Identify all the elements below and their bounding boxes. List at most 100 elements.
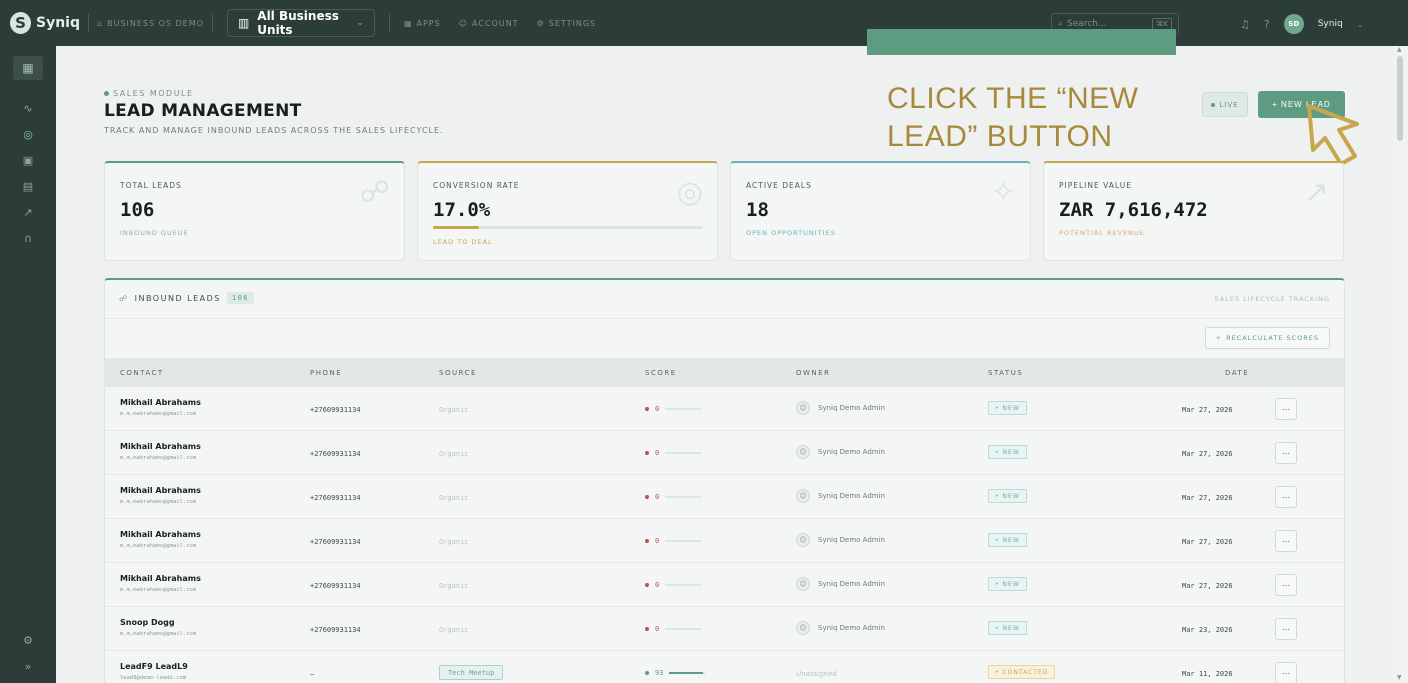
column-header[interactable]: PHONE xyxy=(310,369,342,377)
contact-name[interactable]: Mikhail Abrahams xyxy=(120,442,201,451)
nav-account[interactable]: ☺ ACCOUNT xyxy=(459,19,519,28)
table-row[interactable]: Mikhail Abrahams m.m.mabrahams@gmail.com… xyxy=(105,563,1344,607)
owner-cell[interactable]: ☺ Syniq Demo Admin xyxy=(796,621,885,635)
leads-panel: ☍ INBOUND LEADS 106 SALES LIFECYCLE TRAC… xyxy=(104,278,1345,683)
score-bar xyxy=(665,496,702,498)
source-cell: Organic xyxy=(439,538,469,546)
headset-icon[interactable]: ∩ xyxy=(0,226,56,250)
status-badge[interactable]: • NEW xyxy=(988,445,1027,459)
score-cell: 0 xyxy=(645,405,702,413)
owner-cell[interactable]: ☺ Syniq Demo Admin xyxy=(796,577,885,591)
table-row[interactable]: Mikhail Abrahams m.m.mabrahams@gmail.com… xyxy=(105,431,1344,475)
column-header[interactable]: SCORE xyxy=(645,369,677,377)
calendar-icon[interactable]: ▤ xyxy=(0,174,56,198)
live-label: LIVE xyxy=(1219,100,1239,109)
phone-cell: +27609931134 xyxy=(310,450,361,458)
user-name[interactable]: Syniq xyxy=(1318,19,1343,29)
trending-icon[interactable]: ↗ xyxy=(0,200,56,224)
stat-card-pipeline-value: PIPELINE VALUE ZAR 7,616,472 POTENTIAL R… xyxy=(1043,161,1344,261)
column-header[interactable]: CONTACT xyxy=(120,369,164,377)
owner-cell[interactable]: ☺ Syniq Demo Admin xyxy=(796,489,885,503)
scroll-thumb[interactable] xyxy=(1397,56,1403,141)
more-actions-button[interactable]: ⋯ xyxy=(1275,530,1297,552)
user-icon: ☺ xyxy=(796,577,810,591)
live-badge: LIVE xyxy=(1202,92,1248,117)
contact-name[interactable]: LeadF9 LeadL9 xyxy=(120,662,188,671)
contact-name[interactable]: Mikhail Abrahams xyxy=(120,530,201,539)
conversion-progress xyxy=(433,226,703,229)
target-icon: ◎ xyxy=(676,175,703,210)
status-badge[interactable]: • NEW xyxy=(988,621,1027,635)
breadcrumb[interactable]: ⌂ BUSINESS OS DEMO xyxy=(97,19,204,28)
settings-icon[interactable]: ⚙ xyxy=(0,628,56,652)
score-value: 0 xyxy=(655,625,660,633)
table-row[interactable]: Mikhail Abrahams m.m.mabrahams@gmail.com… xyxy=(105,475,1344,519)
target-icon[interactable]: ◎ xyxy=(0,122,56,146)
recalculate-scores-button[interactable]: ✧ RECALCULATE SCORES xyxy=(1204,327,1330,349)
date-cell: Mar 27, 2026 xyxy=(1182,494,1233,502)
bell-icon[interactable]: ♫ xyxy=(1240,18,1250,31)
more-actions-button[interactable]: ⋯ xyxy=(1275,618,1297,640)
score-cell: 0 xyxy=(645,581,702,589)
owner-name: Syniq Demo Admin xyxy=(818,448,885,456)
more-actions-button[interactable]: ⋯ xyxy=(1275,398,1297,420)
scroll-up-icon[interactable]: ▲ xyxy=(1397,46,1402,53)
owner-cell[interactable]: ☺ Syniq Demo Admin xyxy=(796,401,885,415)
table-row[interactable]: Mikhail Abrahams m.m.mabrahams@gmail.com… xyxy=(105,387,1344,431)
nav-settings[interactable]: ⚙ SETTINGS xyxy=(537,19,597,28)
recalculate-label: RECALCULATE SCORES xyxy=(1226,334,1319,342)
status-label: NEW xyxy=(1002,492,1020,500)
score-value: 0 xyxy=(655,581,660,589)
owner-cell[interactable]: ☺ Syniq Demo Admin xyxy=(796,533,885,547)
nav-account-label: ACCOUNT xyxy=(472,18,519,28)
status-badge[interactable]: • NEW xyxy=(988,401,1027,415)
logo[interactable]: S Syniq xyxy=(0,12,80,34)
grid-icon[interactable]: ▦ xyxy=(13,56,43,80)
more-actions-button[interactable]: ⋯ xyxy=(1275,574,1297,596)
score-value: 0 xyxy=(655,449,660,457)
more-actions-button[interactable]: ⋯ xyxy=(1275,662,1297,683)
column-header[interactable]: OWNER xyxy=(796,369,830,377)
contact-name[interactable]: Mikhail Abrahams xyxy=(120,574,201,583)
status-label: NEW xyxy=(1002,580,1020,588)
scroll-down-icon[interactable]: ▼ xyxy=(1397,674,1402,681)
stat-sub: LEAD TO DEAL xyxy=(433,238,493,246)
more-actions-button[interactable]: ⋯ xyxy=(1275,486,1297,508)
score-bar xyxy=(665,408,702,410)
column-header[interactable]: STATUS xyxy=(988,369,1023,377)
owner-cell[interactable]: Unassigned xyxy=(796,670,837,678)
status-badge[interactable]: • NEW xyxy=(988,533,1027,547)
stat-card-total-leads: TOTAL LEADS 106 INBOUND QUEUE ☍ xyxy=(104,161,405,261)
stat-label: ACTIVE DEALS xyxy=(746,181,812,190)
activity-icon[interactable]: ∿ xyxy=(0,96,56,120)
column-header[interactable]: SOURCE xyxy=(439,369,477,377)
avatar[interactable]: SD xyxy=(1283,14,1304,34)
help-icon[interactable]: ? xyxy=(1264,18,1270,31)
expand-icon[interactable]: » xyxy=(0,654,56,678)
table-row[interactable]: Snoop Dogg m.m.mabrahams@gmail.com +2760… xyxy=(105,607,1344,651)
column-header[interactable]: DATE xyxy=(1225,369,1249,377)
more-actions-button[interactable]: ⋯ xyxy=(1275,442,1297,464)
owner-cell[interactable]: ☺ Syniq Demo Admin xyxy=(796,445,885,459)
contact-email: m.m.mabrahams@gmail.com xyxy=(120,499,197,505)
status-badge[interactable]: • NEW xyxy=(988,577,1027,591)
table-header: CONTACT PHONE SOURCE SCORE OWNER STATUS … xyxy=(105,358,1344,387)
table-row[interactable]: Mikhail Abrahams m.m.mabrahams@gmail.com… xyxy=(105,519,1344,563)
chevron-down-icon[interactable]: ⌄ xyxy=(1357,20,1364,29)
table-row[interactable]: LeadF9 LeadL9 lead9@demo-leads.com – Tec… xyxy=(105,651,1344,683)
scrollbar[interactable]: ▲ ▼ xyxy=(1393,46,1408,683)
dollar-icon[interactable]: ▣ xyxy=(0,148,56,172)
contact-name[interactable]: Mikhail Abrahams xyxy=(120,486,201,495)
source-cell: Organic xyxy=(439,582,469,590)
nav-apps[interactable]: ▦ APPS xyxy=(404,19,441,28)
business-unit-select[interactable]: ▥ All Business Units ⌄ xyxy=(226,9,375,37)
status-badge[interactable]: • NEW xyxy=(988,489,1027,503)
status-badge[interactable]: • CONTACTED xyxy=(988,665,1056,679)
source-cell: Organic xyxy=(439,406,469,414)
owner-name: Syniq Demo Admin xyxy=(818,492,885,500)
contact-name[interactable]: Mikhail Abrahams xyxy=(120,398,201,407)
source-cell: Organic xyxy=(439,450,469,458)
status-label: NEW xyxy=(1002,404,1020,412)
contact-name[interactable]: Snoop Dogg xyxy=(120,618,175,627)
contact-email: m.m.mabrahams@gmail.com xyxy=(120,543,197,549)
